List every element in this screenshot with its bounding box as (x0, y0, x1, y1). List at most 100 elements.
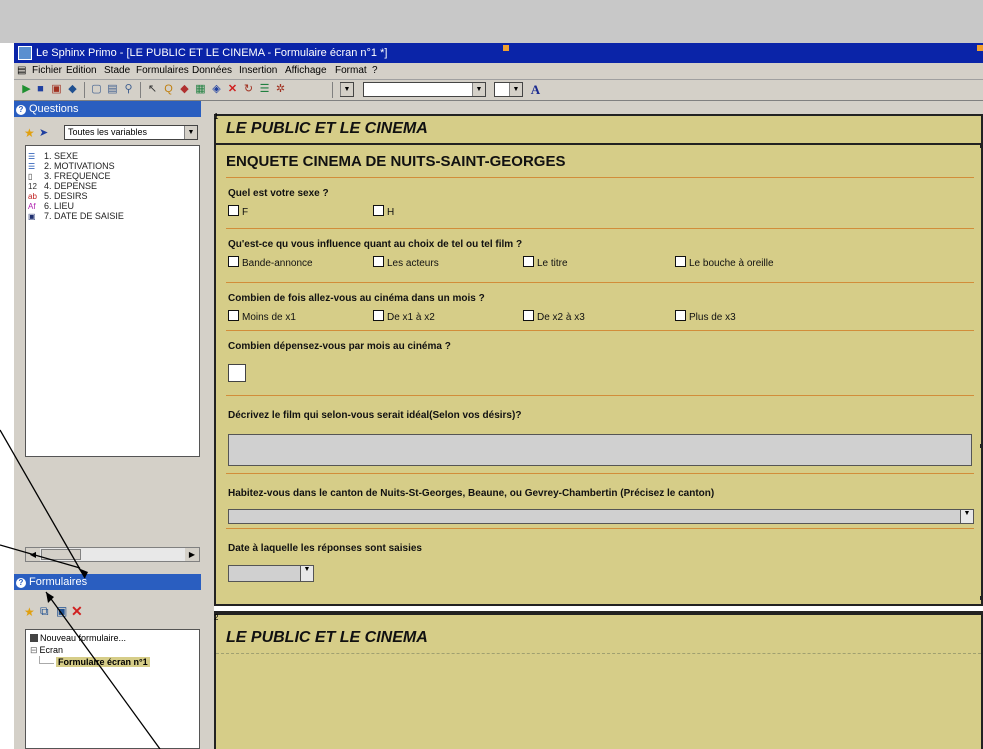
app-window: Le Sphinx Primo - [LE PUBLIC ET LE CINEM… (14, 43, 983, 749)
title-marker-icon (503, 45, 509, 51)
forms-panel-title: Formulaires (29, 576, 88, 588)
style-dropdown[interactable]: ▼ (340, 82, 354, 97)
star-icon[interactable]: ★ (24, 605, 35, 619)
form-page-1: 1 LE PUBLIC ET LE CINEMA ENQUETE CINEMA … (214, 112, 983, 606)
question-title: Combien de fois allez-vous au cinéma dan… (228, 293, 485, 304)
variable-filter-select[interactable]: Toutes les variables ▼ (64, 125, 198, 140)
checkbox-option[interactable]: F (228, 205, 248, 218)
questions-scrollbar[interactable]: ◀ ▶ (25, 547, 200, 562)
menu-affichage[interactable]: Affichage (285, 63, 327, 79)
list-item[interactable]: ☰ 1. SEXE (26, 151, 199, 161)
question-block-desirs: Décrivez le film qui selon-vous serait i… (226, 396, 974, 474)
question-icon[interactable]: Q (162, 83, 175, 96)
checkbox-option[interactable]: Moins de x1 (228, 310, 296, 323)
canton-select[interactable]: ▼ (228, 509, 974, 524)
number-input[interactable] (228, 364, 246, 382)
tree-item[interactable]: Nouveau formulaire... (30, 633, 126, 643)
pointer-icon[interactable]: ➤ (39, 126, 48, 139)
copy-icon[interactable]: ⧉ (40, 604, 49, 619)
forms-panel-header: ? Formulaires (14, 574, 201, 590)
chevron-down-icon: ▼ (960, 510, 973, 523)
option-label: Le titre (537, 258, 568, 269)
question-circle-icon: ? (16, 578, 26, 588)
checkbox-option[interactable]: Les acteurs (373, 256, 439, 269)
question-label: 6. LIEU (44, 201, 75, 211)
zoom-icon[interactable]: ⚲ (122, 83, 135, 96)
table-icon[interactable]: ▦ (194, 83, 207, 96)
checkbox-option[interactable]: De x1 à x2 (373, 310, 435, 323)
collapse-icon: ⊟ (30, 645, 38, 655)
question-block-lieu: Habitez-vous dans le canton de Nuits-St-… (226, 474, 974, 529)
document-icon[interactable]: ▤ (17, 63, 26, 79)
print-icon[interactable]: ▣ (50, 83, 63, 96)
list-item[interactable]: Af 6. LIEU (26, 201, 199, 211)
questions-panel-title: Questions (29, 103, 79, 115)
tools-icon[interactable]: ✲ (274, 83, 287, 96)
preview-icon[interactable]: ▢ (90, 83, 103, 96)
title-bar[interactable]: Le Sphinx Primo - [LE PUBLIC ET LE CINEM… (14, 43, 983, 63)
question-block-sexe: Quel est votre sexe ? F H (226, 178, 974, 229)
menu-formulaires[interactable]: Formulaires (136, 63, 189, 79)
checkbox-option[interactable]: Plus de x3 (675, 310, 736, 323)
scroll-right-icon[interactable]: ▶ (185, 548, 199, 561)
print-icon[interactable]: ▣ (56, 604, 67, 618)
refresh-icon[interactable]: ↻ (242, 83, 255, 96)
question-title: Combien dépensez-vous par mois au cinéma… (228, 341, 451, 352)
font-dropdown[interactable]: ▼ (363, 82, 486, 97)
tree-item[interactable]: ⊟ Ecran (30, 645, 63, 656)
save-icon[interactable]: ■ (34, 83, 47, 96)
calendar-icon: ▣ (28, 212, 36, 221)
font-size-dropdown[interactable]: ▼ (494, 82, 523, 97)
delete-icon[interactable]: ✕ (226, 83, 239, 96)
font-color-icon[interactable]: A (529, 83, 542, 96)
menu-edition[interactable]: Edition (66, 63, 97, 79)
question-title: Quel est votre sexe ? (228, 188, 329, 199)
list-item[interactable]: ☰ 2. MOTIVATIONS (26, 161, 199, 171)
import-icon[interactable]: ◆ (66, 83, 79, 96)
question-label: 1. SEXE (44, 151, 79, 161)
list-item[interactable]: 12 4. DEPENSE (26, 181, 199, 191)
tree-item-label: Ecran (39, 645, 64, 655)
run-icon[interactable]: ▶ (20, 83, 33, 96)
checkbox-option[interactable]: H (373, 205, 394, 218)
forms-tree: Nouveau formulaire... ⊟ Ecran Formulaire … (25, 629, 200, 749)
text-input[interactable] (228, 434, 972, 466)
checkbox-option[interactable]: Le bouche à oreille (675, 256, 774, 269)
menu-fichier[interactable]: Fichier (32, 63, 62, 79)
question-label: 3. FREQUENCE (44, 171, 111, 181)
list-item[interactable]: ▯ 3. FREQUENCE (26, 171, 199, 181)
tree-item-selected[interactable]: Formulaire écran n°1 (56, 657, 150, 667)
insert-icon[interactable]: ◆ (178, 83, 191, 96)
question-label: 4. DEPENSE (44, 181, 98, 191)
menu-stade[interactable]: Stade (104, 63, 130, 79)
screen-top-band (0, 0, 983, 43)
question-title: Date à laquelle les réponses sont saisie… (228, 543, 422, 554)
option-label: F (242, 207, 249, 218)
checkbox-option[interactable]: Bande-annonce (228, 256, 313, 269)
list-item[interactable]: ▣ 7. DATE DE SAISIE (26, 211, 199, 221)
edit-icon[interactable]: ◈ (210, 83, 223, 96)
layout-icon[interactable]: ▤ (106, 83, 119, 96)
page-header: LE PUBLIC ET LE CINEMA (226, 629, 428, 646)
menu-insertion[interactable]: Insertion (239, 63, 277, 79)
delete-icon[interactable]: ✕ (71, 603, 83, 620)
menu-format[interactable]: Format (335, 63, 367, 79)
option-label: Les acteurs (387, 258, 439, 269)
star-icon[interactable]: ★ (24, 126, 35, 140)
menu-donnees[interactable]: Données (192, 63, 232, 79)
option-label: De x1 à x2 (387, 312, 435, 323)
menu-help[interactable]: ? (372, 63, 378, 79)
scroll-thumb[interactable] (41, 549, 81, 560)
list-item[interactable]: ab 5. DESIRS (26, 191, 199, 201)
pointer-icon[interactable]: ↖ (146, 83, 159, 96)
survey-title: ENQUETE CINEMA DE NUITS-SAINT-GEORGES (226, 153, 566, 170)
page-header: LE PUBLIC ET LE CINEMA (226, 120, 428, 137)
checkbox-option[interactable]: Le titre (523, 256, 568, 269)
list-icon[interactable]: ☰ (258, 83, 271, 96)
checkbox-option[interactable]: De x2 à x3 (523, 310, 585, 323)
scroll-left-icon[interactable]: ◀ (26, 548, 40, 561)
date-picker[interactable]: ▼ (228, 565, 314, 582)
menu-bar: ▤ Fichier Edition Stade Formulaires Donn… (14, 63, 983, 80)
tree-item-label: Nouveau formulaire... (40, 633, 127, 643)
app-icon (18, 46, 32, 60)
